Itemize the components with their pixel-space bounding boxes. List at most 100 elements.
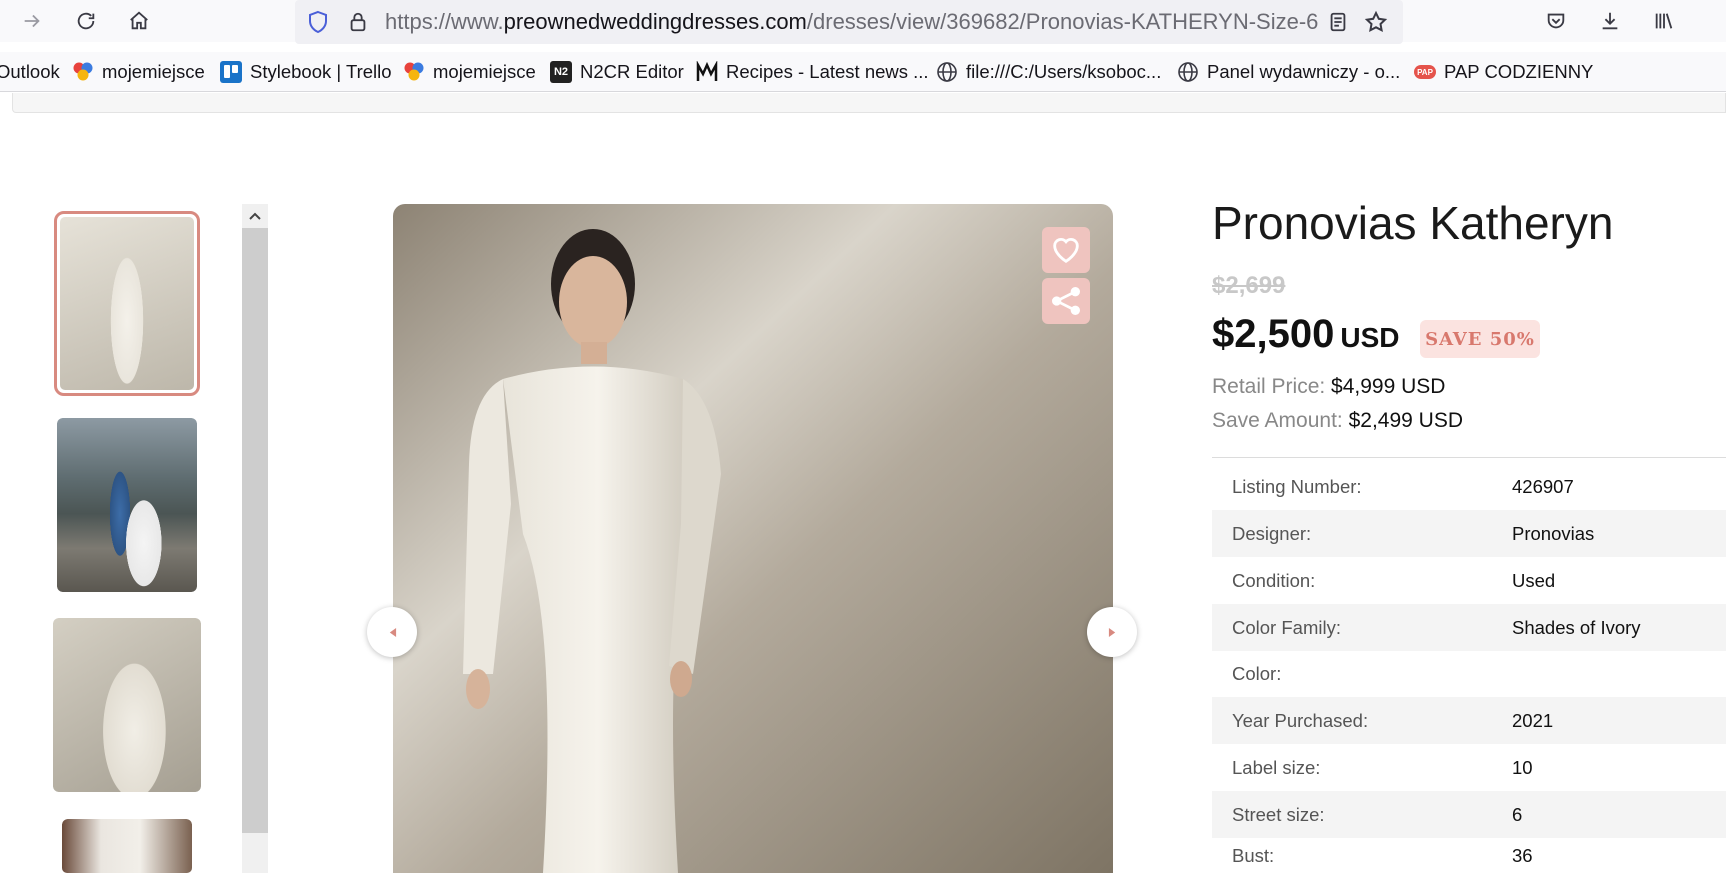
lock-icon[interactable] — [345, 9, 371, 35]
main-product-photo — [393, 204, 1113, 873]
share-button[interactable] — [1042, 278, 1090, 324]
n2-icon: N2 — [550, 61, 572, 83]
bookmark-mojemiejsce-2[interactable]: mojemiejsce — [403, 58, 536, 86]
tracking-shield-icon[interactable] — [305, 9, 331, 35]
spec-row-color: Color: — [1212, 650, 1726, 697]
spec-row-bust: Bust: 36 — [1212, 838, 1726, 873]
thumbnail-scrollbar[interactable] — [242, 204, 268, 873]
dress-photo-image — [393, 204, 1113, 873]
spec-value: Shades of Ivory — [1512, 616, 1641, 638]
save-amount-label: Save Amount: — [1212, 409, 1343, 432]
bookmark-panel-wydawniczy[interactable]: Panel wydawniczy - o... — [1177, 58, 1400, 86]
globe-icon — [936, 61, 958, 83]
bookmark-label: Stylebook | Trello — [250, 61, 392, 82]
next-photo-button[interactable] — [1087, 607, 1137, 657]
spec-value: 426907 — [1512, 475, 1574, 497]
arrow-right-icon — [24, 14, 40, 28]
thumbnail-4[interactable] — [62, 819, 192, 873]
spec-label: Color: — [1232, 662, 1282, 684]
spec-row-year-purchased: Year Purchased: 2021 — [1212, 697, 1726, 744]
reload-button[interactable] — [70, 5, 102, 37]
library-icon — [1655, 13, 1673, 29]
url-prefix: https://www. — [385, 9, 504, 34]
globe-icon — [1177, 61, 1199, 83]
save-amount: Save Amount: $2,499 USD — [1212, 409, 1463, 433]
spec-row-designer: Designer: Pronovias — [1212, 510, 1726, 557]
reload-icon — [77, 12, 95, 30]
bookmark-label: mojemiejsce — [433, 61, 536, 82]
caret-right-icon — [1108, 627, 1115, 637]
thumbnail-2[interactable] — [57, 418, 197, 592]
scroll-up-button[interactable] — [242, 204, 268, 228]
home-button[interactable] — [123, 5, 155, 37]
forward-button[interactable] — [16, 5, 48, 37]
spec-label: Color Family: — [1232, 616, 1341, 638]
recipes-icon — [696, 61, 718, 83]
bookmark-outlook[interactable]: Outlook — [0, 58, 60, 86]
home-icon — [130, 11, 148, 30]
pocket-button[interactable] — [1540, 5, 1572, 37]
library-button[interactable] — [1648, 5, 1680, 37]
price-value: $2,500 — [1212, 312, 1335, 356]
dress-thumbnail-image — [60, 217, 194, 390]
download-icon — [1602, 12, 1618, 30]
url-bar[interactable]: https://www.preownedweddingdresses.com/d… — [295, 0, 1403, 44]
spec-value: 10 — [1512, 756, 1533, 778]
spec-value: Pronovias — [1512, 522, 1595, 544]
thumbnail-1[interactable] — [54, 211, 200, 396]
fitting-thumbnail-image — [62, 819, 192, 873]
bookmark-star-icon[interactable] — [1363, 9, 1389, 35]
current-price: $2,500 USD — [1212, 312, 1399, 357]
spec-label: Condition: — [1232, 569, 1316, 591]
reader-view-icon[interactable] — [1325, 9, 1351, 35]
save-badge: SAVE 50% — [1420, 320, 1540, 358]
site-header-strip — [12, 93, 1726, 113]
favorite-button[interactable] — [1042, 227, 1090, 273]
spec-label: Designer: — [1232, 522, 1312, 544]
spec-value: 36 — [1512, 844, 1533, 866]
bookmarks-toolbar: Outlook mojemiejsce Stylebook | Trello m… — [0, 52, 1726, 92]
chevron-up-icon — [249, 212, 261, 220]
browser-toolbar: https://www.preownedweddingdresses.com/d… — [0, 0, 1726, 44]
retail-price-value: $4,999 USD — [1331, 375, 1446, 398]
bookmark-trello[interactable]: Stylebook | Trello — [220, 58, 392, 86]
spec-row-listing-number: Listing Number: 426907 — [1212, 463, 1726, 510]
pocket-icon — [1547, 13, 1565, 29]
bookmark-pap[interactable]: PAP PAP CODZIENNY — [1414, 58, 1593, 86]
mojemiejsce-icon — [403, 61, 425, 83]
price-currency: USD — [1340, 322, 1400, 353]
spec-row-condition: Condition: Used — [1212, 557, 1726, 604]
spec-label: Year Purchased: — [1232, 709, 1369, 731]
bookmark-label: Recipes - Latest news ... — [726, 61, 929, 82]
downloads-button[interactable] — [1594, 5, 1626, 37]
share-icon — [1052, 287, 1080, 315]
url-text[interactable]: https://www.preownedweddingdresses.com/d… — [385, 9, 1318, 35]
bookmark-file[interactable]: file:///C:/Users/ksoboc... — [936, 58, 1161, 86]
url-path: /dresses/view/369682/Pronovias-KATHERYN-… — [806, 9, 1319, 34]
divider — [1212, 457, 1726, 458]
bookmark-label: N2CR Editor — [580, 61, 684, 82]
bookmark-label: Panel wydawniczy - o... — [1207, 61, 1401, 82]
mojemiejsce-icon — [72, 61, 94, 83]
spec-label: Street size: — [1232, 803, 1325, 825]
caret-left-icon — [389, 627, 396, 637]
trello-icon — [220, 61, 242, 83]
retail-price-label: Retail Price: — [1212, 375, 1326, 398]
pap-icon: PAP — [1414, 65, 1436, 79]
bookmark-mojemiejsce[interactable]: mojemiejsce — [72, 58, 205, 86]
bookmark-recipes[interactable]: Recipes - Latest news ... — [696, 58, 929, 86]
dress-back-thumbnail-image — [53, 618, 201, 792]
thumbnail-3[interactable] — [53, 618, 201, 792]
heart-icon — [1053, 238, 1079, 264]
spec-label: Listing Number: — [1232, 475, 1362, 497]
original-price: $2,699 — [1212, 272, 1286, 299]
product-title: Pronovias Katheryn — [1212, 197, 1614, 249]
spec-value: 2021 — [1512, 709, 1554, 731]
spec-value: Used — [1512, 569, 1556, 591]
couple-thumbnail-image — [57, 418, 197, 592]
spec-label: Bust: — [1232, 844, 1275, 866]
spec-row-label-size: Label size: 10 — [1212, 744, 1726, 791]
bookmark-n2cr-editor[interactable]: N2 N2CR Editor — [550, 58, 684, 86]
scrollbar-thumb[interactable] — [242, 228, 268, 833]
previous-photo-button[interactable] — [367, 607, 417, 657]
